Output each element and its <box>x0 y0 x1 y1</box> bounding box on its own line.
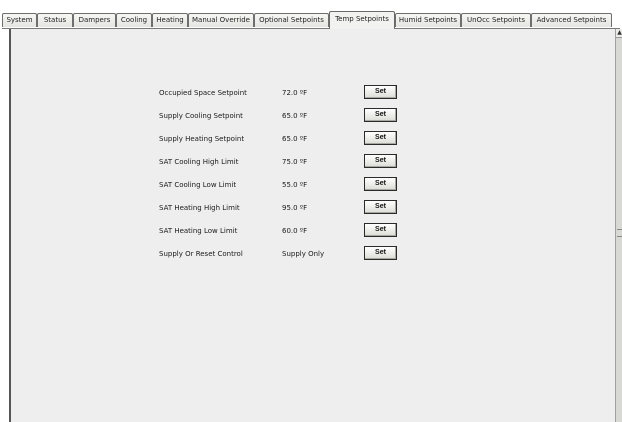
setpoint-value: 60.0 ºF <box>282 227 308 235</box>
tab-cooling[interactable]: Cooling <box>116 13 152 27</box>
setpoint-row-supply-or-reset: Supply Or Reset Control Supply Only Set <box>11 246 616 262</box>
set-button-sat-heating-low[interactable]: Set <box>364 223 397 237</box>
setpoint-row-sat-heating-low: SAT Heating Low Limit 60.0 ºF Set <box>11 223 616 239</box>
setpoint-value: Supply Only <box>282 250 325 258</box>
setpoint-row-sat-cooling-low: SAT Cooling Low Limit 55.0 ºF Set <box>11 177 616 193</box>
temp-setpoints-window: System Status Dampers Cooling Heating Ma… <box>0 0 622 422</box>
set-button-occupied-space[interactable]: Set <box>364 85 397 99</box>
vertical-scrollbar[interactable]: ▲ <box>615 29 622 422</box>
setpoint-row-occupied-space: Occupied Space Setpoint 72.0 ºF Set <box>11 85 616 101</box>
set-button-sat-cooling-low[interactable]: Set <box>364 177 397 191</box>
setpoint-label: SAT Heating Low Limit <box>159 227 238 235</box>
setpoint-label: SAT Heating High Limit <box>159 204 240 212</box>
set-button-supply-or-reset[interactable]: Set <box>364 246 397 260</box>
set-button-supply-heating[interactable]: Set <box>364 131 397 145</box>
tab-humid-setpoints[interactable]: Humid Setpoints <box>395 13 461 27</box>
setpoint-label: SAT Cooling Low Limit <box>159 181 237 189</box>
set-button-sat-heating-high[interactable]: Set <box>364 200 397 214</box>
setpoint-value: 55.0 ºF <box>282 181 308 189</box>
setpoint-value: 75.0 ºF <box>282 158 308 166</box>
scroll-grip <box>617 229 622 237</box>
setpoint-label: Supply Heating Setpoint <box>159 135 245 143</box>
temp-setpoints-panel: Occupied Space Setpoint 72.0 ºF Set Supp… <box>9 29 617 422</box>
setpoint-value: 65.0 ºF <box>282 135 308 143</box>
tab-temp-setpoints[interactable]: Temp Setpoints <box>329 11 395 29</box>
setpoint-value: 95.0 ºF <box>282 204 308 212</box>
tab-advanced-setpoints[interactable]: Advanced Setpoints <box>531 13 612 27</box>
setpoint-row-sat-cooling-high: SAT Cooling High Limit 75.0 ºF Set <box>11 154 616 170</box>
set-button-sat-cooling-high[interactable]: Set <box>364 154 397 168</box>
tab-unocc-setpoints[interactable]: UnOcc Setpoints <box>461 13 531 27</box>
tab-manual-override[interactable]: Manual Override <box>188 13 254 27</box>
tab-heating[interactable]: Heating <box>152 13 188 27</box>
tab-optional-setpoints[interactable]: Optional Setpoints <box>254 13 329 27</box>
set-button-supply-cooling[interactable]: Set <box>364 108 397 122</box>
setpoint-label: Occupied Space Setpoint <box>159 89 247 97</box>
setpoint-row-supply-cooling: Supply Cooling Setpoint 65.0 ºF Set <box>11 108 616 124</box>
triangle-up-icon[interactable]: ▲ <box>616 29 622 38</box>
setpoint-value: 65.0 ºF <box>282 112 308 120</box>
tab-strip: System Status Dampers Cooling Heating Ma… <box>2 0 620 29</box>
setpoint-label: SAT Cooling High Limit <box>159 158 239 166</box>
tab-system[interactable]: System <box>2 13 37 27</box>
setpoint-row-sat-heating-high: SAT Heating High Limit 95.0 ºF Set <box>11 200 616 216</box>
setpoint-value: 72.0 ºF <box>282 89 308 97</box>
tab-status[interactable]: Status <box>37 13 73 27</box>
setpoint-label: Supply Cooling Setpoint <box>159 112 243 120</box>
tab-dampers[interactable]: Dampers <box>73 13 116 27</box>
setpoint-label: Supply Or Reset Control <box>159 250 243 258</box>
setpoint-row-supply-heating: Supply Heating Setpoint 65.0 ºF Set <box>11 131 616 147</box>
